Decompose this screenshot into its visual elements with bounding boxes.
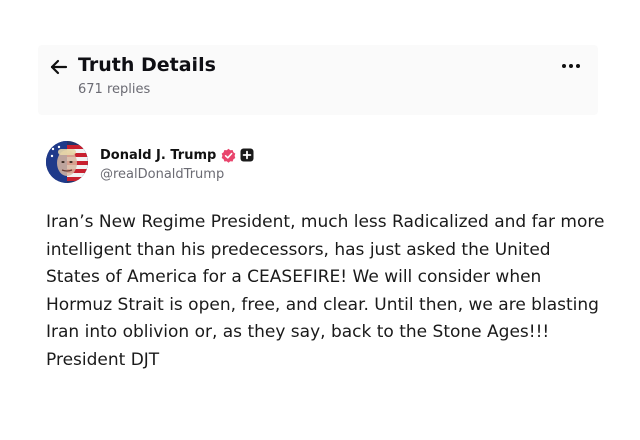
more-options-button[interactable] bbox=[560, 59, 582, 73]
page-header: Truth Details 671 replies bbox=[38, 45, 598, 115]
author-row: Donald J. Trump bbox=[100, 146, 254, 164]
author-handle[interactable]: @realDonaldTrump bbox=[100, 167, 224, 182]
avatar[interactable] bbox=[46, 141, 88, 183]
reply-count: 671 replies bbox=[78, 82, 151, 97]
arrow-left-icon bbox=[48, 56, 70, 78]
back-button[interactable] bbox=[48, 56, 70, 78]
plus-badge-icon bbox=[240, 148, 254, 162]
post-body: Iran’s New Regime President, much less R… bbox=[46, 212, 605, 370]
page-title: Truth Details bbox=[78, 54, 216, 76]
more-horizontal-icon bbox=[560, 59, 582, 73]
verified-badge-icon bbox=[221, 148, 236, 163]
author-display-name[interactable]: Donald J. Trump bbox=[100, 148, 216, 163]
truth-details-page: Truth Details 671 replies Donald J. Trum… bbox=[0, 0, 640, 440]
